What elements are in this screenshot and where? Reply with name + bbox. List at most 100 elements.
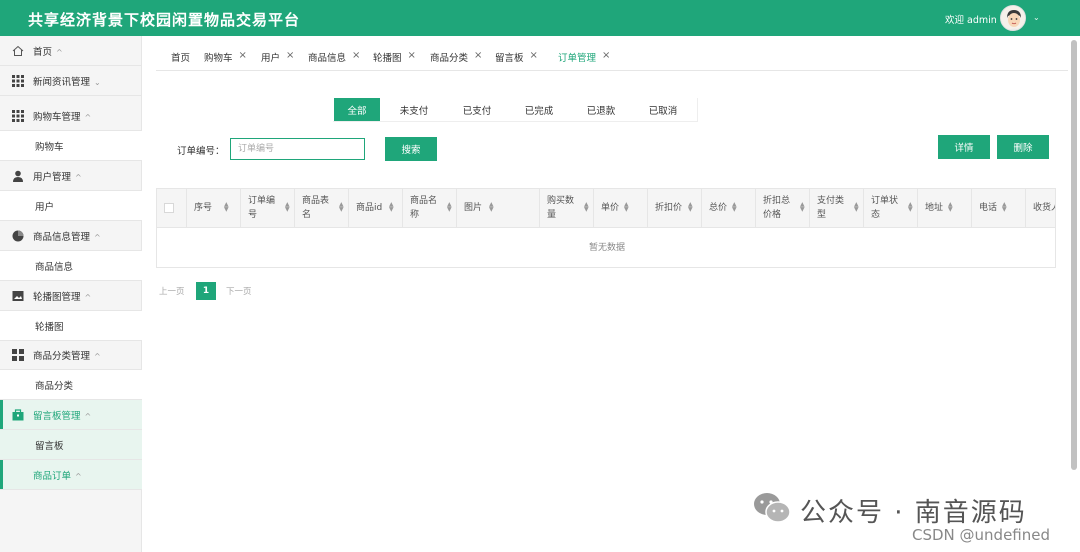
- column-header[interactable]: 支付类型 ▲ ▼: [810, 189, 864, 228]
- sidebar-item-category-mgmt[interactable]: 商品分类管理 ^: [0, 340, 142, 370]
- sort-icon[interactable]: ▲ ▼: [688, 202, 695, 213]
- detail-button[interactable]: 详情: [938, 135, 990, 159]
- column-label: 支付类型: [817, 196, 845, 220]
- column-label: 单价: [601, 203, 620, 213]
- orders-table: 序号 ▲ ▼ 订单编号 ▲ ▼ 商品表名 ▲ ▼ 商品id ▲ ▼ 商品名称 ▲ ▼ 图片 ▲ ▼ 购买…: [156, 188, 1056, 268]
- sidebar-item-goods-mgmt[interactable]: 商品信息管理 ^: [0, 221, 142, 251]
- next-page-button[interactable]: 下一页: [226, 282, 252, 300]
- avatar[interactable]: [1000, 5, 1026, 31]
- delete-button[interactable]: 删除: [997, 135, 1049, 159]
- tab-label: 首页: [171, 53, 191, 64]
- chevron-down-icon: ⌄: [94, 77, 101, 87]
- sort-icon[interactable]: ▲ ▼: [224, 202, 231, 213]
- column-header[interactable]: 地址 ▲ ▼: [918, 189, 972, 228]
- sort-icon[interactable]: ▲ ▼: [948, 202, 955, 213]
- column-header[interactable]: 电话 ▲ ▼: [972, 189, 1026, 228]
- column-header[interactable]: 订单状态 ▲ ▼: [864, 189, 918, 228]
- sort-icon[interactable]: ▲ ▼: [800, 202, 807, 213]
- sidebar-item-board-mgmt[interactable]: 留言板管理 ^: [0, 400, 142, 430]
- grid-icon: [12, 74, 24, 87]
- column-header[interactable]: 商品名称 ▲ ▼: [403, 189, 457, 228]
- chevron-down-icon[interactable]: ⌄: [1033, 13, 1040, 22]
- sort-icon[interactable]: ▲ ▼: [339, 202, 346, 213]
- sidebar-item-carousel-mgmt[interactable]: 轮播图管理 ^: [0, 281, 142, 311]
- tab-carousel[interactable]: 轮播图 ×: [373, 50, 416, 64]
- status-refunded[interactable]: 已退款: [572, 98, 630, 122]
- prev-page-button[interactable]: 上一页: [159, 282, 185, 300]
- tab-cart[interactable]: 购物车 ×: [204, 50, 247, 64]
- column-header[interactable]: 商品id ▲ ▼: [349, 189, 403, 228]
- sort-icon[interactable]: ▲ ▼: [389, 202, 396, 213]
- search-button[interactable]: 搜索: [385, 137, 437, 161]
- sort-icon[interactable]: ▲ ▼: [854, 202, 861, 213]
- pie-icon: [12, 230, 24, 241]
- tab-goods[interactable]: 商品信息 ×: [308, 50, 360, 64]
- column-label: 商品表名: [302, 196, 330, 220]
- chevron-up-icon: ^: [75, 471, 82, 481]
- close-icon[interactable]: ×: [286, 50, 294, 61]
- sort-icon[interactable]: ▲ ▼: [908, 202, 915, 213]
- sidebar-item-carousel[interactable]: 轮播图: [0, 311, 142, 341]
- sort-icon[interactable]: ▲ ▼: [285, 202, 292, 213]
- sidebar-item-home[interactable]: 首页 ^: [0, 36, 142, 66]
- tab-label: 购物车: [204, 53, 233, 64]
- sidebar-item-label: 轮播图管理: [33, 291, 81, 303]
- tab-user[interactable]: 用户 ×: [261, 50, 294, 64]
- user-icon: [13, 170, 23, 182]
- sort-icon[interactable]: ▲ ▼: [489, 202, 496, 213]
- status-completed[interactable]: 已完成: [510, 98, 568, 122]
- sidebar-item-goods[interactable]: 商品信息: [0, 251, 142, 281]
- page-number-current[interactable]: 1: [196, 282, 216, 300]
- close-icon[interactable]: ×: [602, 50, 610, 61]
- order-number-input[interactable]: [230, 138, 365, 160]
- sidebar-item-label: 商品分类管理: [33, 350, 91, 362]
- scrollbar-thumb[interactable]: [1071, 40, 1077, 470]
- sidebar-item-user[interactable]: 用户: [0, 191, 142, 221]
- close-icon[interactable]: ×: [352, 50, 360, 61]
- column-header[interactable]: 商品表名 ▲ ▼: [295, 189, 349, 228]
- column-header[interactable]: 折扣价 ▲ ▼: [648, 189, 702, 228]
- close-icon[interactable]: ×: [408, 50, 416, 61]
- select-all-checkbox[interactable]: [164, 203, 174, 213]
- sidebar-item-board[interactable]: 留言板: [0, 430, 142, 460]
- column-header[interactable]: 图片 ▲ ▼: [457, 189, 540, 228]
- sidebar-item-user-mgmt[interactable]: 用户管理 ^: [0, 161, 142, 191]
- column-header[interactable]: 收货人: [1026, 189, 1055, 228]
- sidebar-item-label: 商品订单: [33, 470, 72, 482]
- tab-board[interactable]: 留言板 ×: [495, 50, 538, 64]
- close-icon[interactable]: ×: [530, 50, 538, 61]
- sidebar-item-cart-mgmt[interactable]: 购物车管理 ^: [0, 101, 142, 131]
- sort-icon[interactable]: ▲ ▼: [1002, 202, 1009, 213]
- column-header[interactable]: 购买数量 ▲ ▼: [540, 189, 594, 228]
- sidebar-item-cart[interactable]: 购物车: [0, 131, 142, 161]
- sort-icon[interactable]: ▲ ▼: [584, 202, 591, 213]
- tab-category[interactable]: 商品分类 ×: [430, 50, 482, 64]
- column-label: 订单编号: [248, 196, 276, 220]
- sidebar-item-orders[interactable]: 商品订单 ^: [0, 460, 142, 490]
- column-header[interactable]: 订单编号 ▲ ▼: [241, 189, 295, 228]
- status-cancelled[interactable]: 已取消: [634, 98, 692, 122]
- tab-home[interactable]: 首页: [171, 50, 190, 64]
- sort-icon[interactable]: ▲ ▼: [447, 202, 454, 213]
- column-header[interactable]: 单价 ▲ ▼: [594, 189, 648, 228]
- tab-label: 商品信息: [308, 53, 347, 64]
- status-paid[interactable]: 已支付: [448, 98, 506, 122]
- column-header[interactable]: 折扣总价格 ▲ ▼: [756, 189, 810, 228]
- column-header[interactable]: 序号 ▲ ▼: [187, 189, 241, 228]
- sidebar-item-news[interactable]: 新闻资讯管理 ⌄: [0, 66, 142, 96]
- watermark-text: 公众号 · 南音源码: [800, 498, 1027, 528]
- column-label: 订单状态: [871, 196, 899, 220]
- sort-icon[interactable]: ▲ ▼: [732, 202, 739, 213]
- close-icon[interactable]: ×: [239, 50, 247, 61]
- sort-icon[interactable]: ▲ ▼: [624, 202, 631, 213]
- sidebar-item-label: 购物车管理: [33, 111, 81, 123]
- status-all[interactable]: 全部: [334, 98, 380, 122]
- column-label: 折扣总价格: [763, 196, 791, 220]
- tab-orders[interactable]: 订单管理 ×: [558, 50, 610, 64]
- close-icon[interactable]: ×: [474, 50, 482, 61]
- status-unpaid[interactable]: 未支付: [385, 98, 443, 122]
- column-header[interactable]: 总价 ▲ ▼: [702, 189, 756, 228]
- chevron-up-icon: ^: [56, 47, 63, 57]
- select-all-header: [157, 189, 187, 228]
- sidebar-item-category[interactable]: 商品分类: [0, 370, 142, 400]
